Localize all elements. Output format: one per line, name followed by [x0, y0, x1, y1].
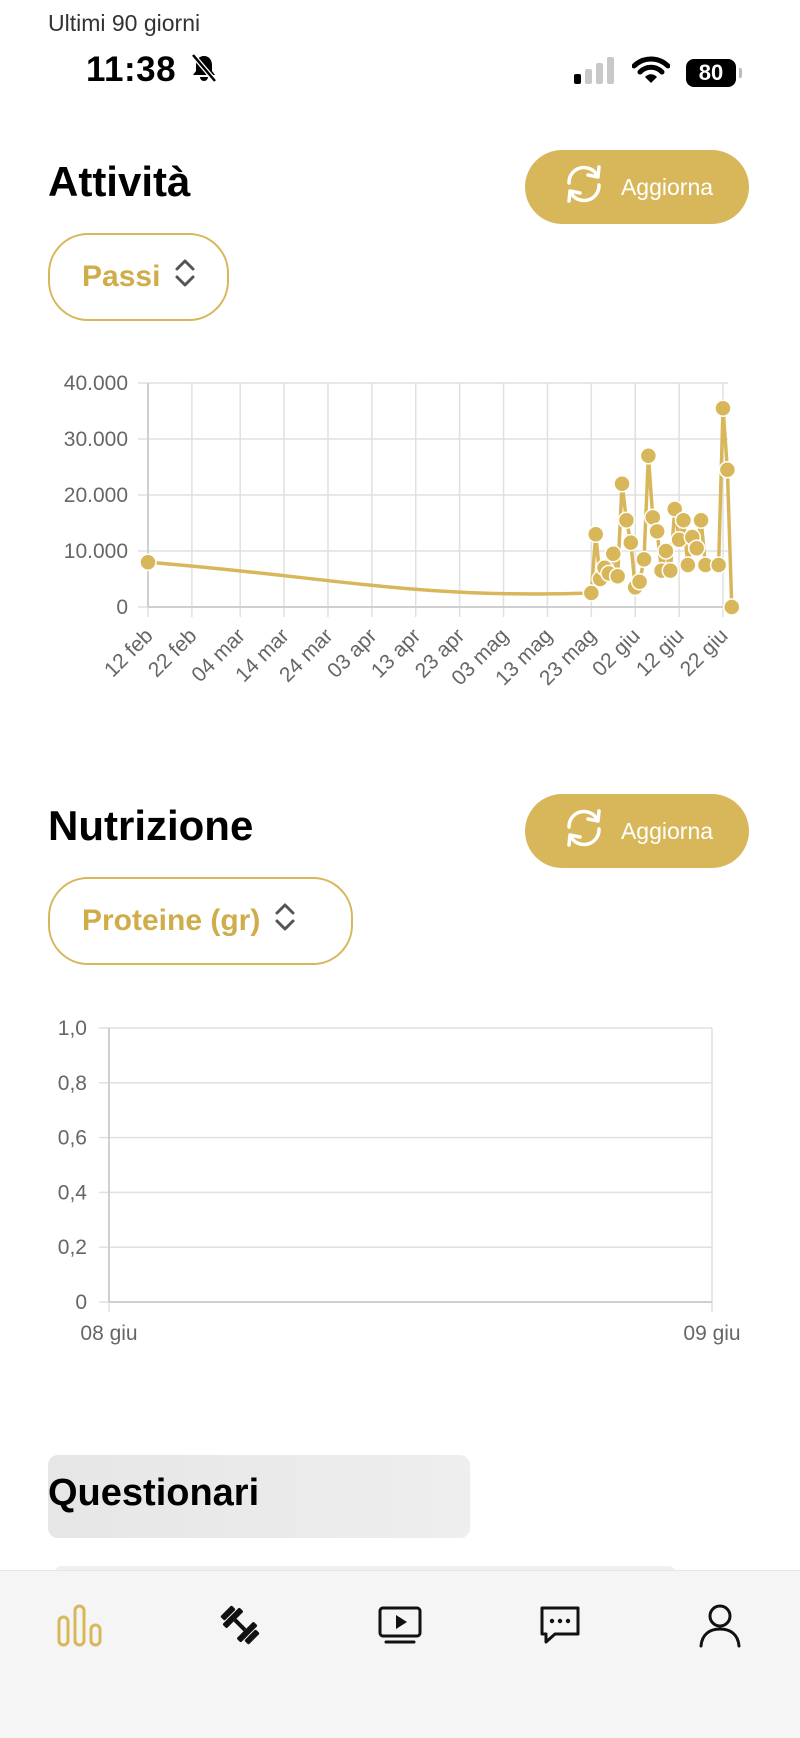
user-profile-icon [697, 1602, 743, 1653]
tab-workout[interactable] [212, 1599, 268, 1655]
data-point[interactable] [639, 447, 658, 465]
data-point[interactable] [622, 533, 640, 552]
x-tick-label: 09 giu [683, 1322, 740, 1345]
tab-profile[interactable] [692, 1599, 748, 1655]
chat-bubble-icon [537, 1603, 583, 1652]
data-point[interactable] [674, 511, 693, 529]
dumbbell-icon [216, 1601, 264, 1654]
data-point[interactable] [635, 550, 653, 569]
data-point[interactable] [692, 511, 710, 529]
nutrition-metric-value: Proteine (gr) [82, 904, 261, 937]
y-tick-label: 30.000 [64, 428, 128, 451]
y-tick-label: 0,8 [58, 1072, 87, 1095]
nutrition-title: Nutrizione [48, 802, 254, 849]
activity-chart: 40.00030.00020.00010.0000 12 feb22 feb04… [64, 372, 741, 690]
x-tick-label: 02 giu [588, 624, 645, 681]
y-tick-label: 0 [116, 596, 128, 619]
refresh-icon [561, 163, 607, 211]
status-time-text: 11:38 [86, 50, 177, 89]
activity-refresh-button[interactable]: Aggiorna [525, 150, 749, 224]
y-tick-label: 20.000 [64, 484, 128, 507]
tab-bar [0, 1570, 800, 1738]
status-icons: 80 [572, 56, 742, 89]
nutrition-chart: 1,0 0,8 0,6 0,4 0,2 0 08 giu 09 giu [58, 1017, 741, 1345]
cellular-signal-icon [572, 56, 616, 89]
data-point[interactable] [604, 545, 623, 563]
tab-videos[interactable] [372, 1599, 428, 1655]
tab-stats[interactable] [52, 1599, 108, 1655]
battery-indicator: 80 [686, 58, 742, 87]
y-tick-label: 1,0 [58, 1017, 87, 1040]
data-point[interactable] [661, 561, 680, 580]
x-tick-label: 12 giu [632, 624, 689, 681]
questionnaires-title: Questionari [48, 1472, 260, 1514]
x-tick-label: 03 apr [323, 624, 381, 682]
tab-messages[interactable] [532, 1599, 588, 1655]
data-point[interactable] [687, 539, 706, 557]
data-point[interactable] [630, 573, 649, 591]
y-tick-label: 0,4 [58, 1181, 88, 1204]
nutrition-refresh-button[interactable]: Aggiorna [525, 794, 749, 868]
x-tick-label: 12 feb [100, 624, 158, 682]
stats-bars-icon [54, 1603, 106, 1652]
chevron-up-down-icon [174, 258, 196, 296]
x-tick-label: 22 giu [676, 624, 733, 681]
data-point[interactable] [723, 598, 741, 616]
y-tick-label: 10.000 [64, 540, 128, 563]
video-player-icon [376, 1603, 424, 1652]
silent-mode-icon [190, 52, 218, 92]
data-point[interactable] [714, 399, 732, 417]
data-point[interactable] [608, 567, 627, 585]
x-tick-label: 08 giu [80, 1322, 137, 1345]
data-point[interactable] [709, 556, 728, 574]
y-tick-label: 0,2 [58, 1236, 87, 1259]
y-tick-label: 40.000 [64, 372, 128, 395]
data-point[interactable] [582, 584, 601, 602]
wifi-icon [631, 56, 671, 89]
data-point[interactable] [617, 511, 636, 529]
activity-refresh-label: Aggiorna [620, 173, 714, 200]
activity-metric-value: Passi [82, 260, 161, 293]
nutrition-refresh-label: Aggiorna [620, 817, 714, 844]
x-tick-label: 13 apr [367, 624, 425, 682]
refresh-icon [561, 807, 607, 855]
data-point[interactable] [613, 475, 631, 493]
activity-title: Attività [48, 158, 191, 205]
y-tick-label: 0 [75, 1291, 87, 1314]
data-point[interactable] [139, 553, 157, 571]
data-point[interactable] [648, 522, 666, 541]
data-point[interactable] [657, 542, 675, 560]
activity-metric-select[interactable]: Passi [48, 233, 229, 321]
nutrition-metric-select[interactable]: Proteine (gr) [48, 877, 353, 965]
data-point[interactable] [679, 556, 697, 574]
data-point[interactable] [718, 461, 737, 479]
chevron-up-down-icon [274, 902, 296, 940]
y-tick-label: 0,6 [58, 1127, 87, 1150]
period-label: Ultimi 90 giorni [48, 10, 201, 36]
status-time: 11:38 [86, 50, 218, 92]
data-point[interactable] [586, 525, 605, 543]
